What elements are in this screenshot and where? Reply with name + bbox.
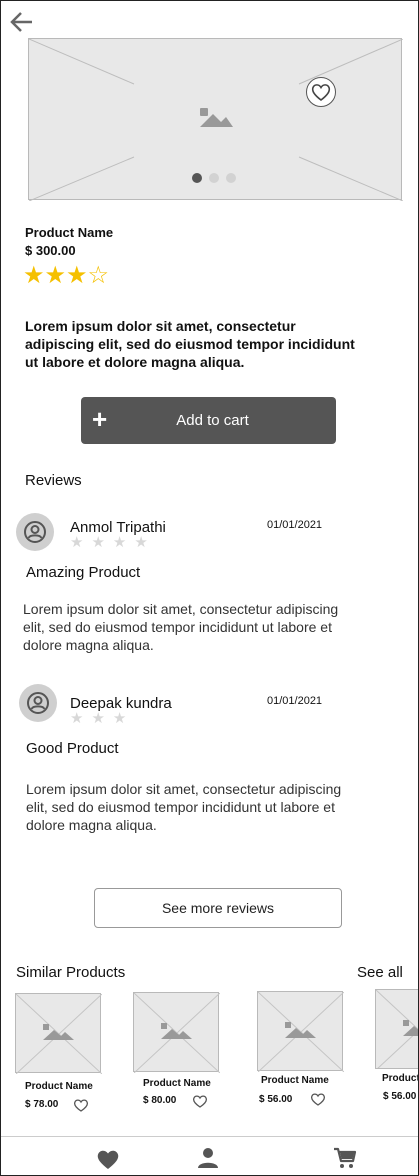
product-name: Product Name [25, 225, 114, 240]
user-icon[interactable] [197, 1147, 219, 1169]
similar-product-name: Product Name [382, 1073, 418, 1084]
similar-product-price: $ 80.00 [143, 1095, 177, 1106]
heart-outline-icon[interactable] [73, 1098, 89, 1112]
review-date: 01/01/2021 [267, 695, 323, 707]
image-placeholder-icon [200, 108, 233, 127]
similar-product-image[interactable] [133, 992, 220, 1073]
review-stars: ★★★★ [70, 534, 156, 551]
rating-stars-filled: ★★★ [23, 262, 88, 289]
similar-product-image[interactable] [375, 989, 418, 1069]
product-rating: ★★★☆ [23, 262, 109, 290]
similar-product-name: Product Name [25, 1081, 93, 1092]
heart-icon[interactable] [96, 1148, 120, 1170]
similar-product-price: $ 56.00 [259, 1094, 293, 1105]
back-arrow-icon[interactable] [8, 8, 38, 36]
user-avatar-icon [24, 521, 46, 543]
heart-outline-icon[interactable] [192, 1094, 208, 1108]
similar-product-name: Product Name [261, 1075, 329, 1086]
heart-outline-icon [311, 84, 331, 102]
cart-icon[interactable] [333, 1146, 357, 1170]
reviews-heading: Reviews [25, 472, 82, 489]
heart-outline-icon[interactable] [310, 1092, 326, 1106]
similar-products-heading: Similar Products [16, 964, 126, 981]
product-price: $ 300.00 [25, 243, 76, 258]
similar-product-price: $ 56.00 [383, 1091, 417, 1102]
user-avatar-icon [27, 692, 49, 714]
avatar [19, 684, 57, 722]
avatar [16, 513, 54, 551]
add-to-cart-button[interactable]: + Add to cart [81, 397, 336, 444]
see-all-link[interactable]: See all [357, 964, 403, 981]
similar-product-image[interactable] [257, 991, 344, 1072]
see-more-reviews-button[interactable]: See more reviews [94, 888, 342, 928]
review-text: Lorem ipsum dolor sit amet, consectetur … [26, 781, 342, 833]
review-title: Amazing Product [26, 564, 141, 581]
similar-product-image[interactable] [15, 993, 102, 1074]
similar-product-price: $ 78.00 [25, 1099, 59, 1110]
carousel-dot-3[interactable] [226, 173, 236, 183]
product-description: Lorem ipsum dolor sit amet, consectetur … [25, 318, 355, 370]
similar-product-name: Product Name [143, 1078, 211, 1089]
favorite-button[interactable] [306, 77, 336, 107]
carousel-dot-2[interactable] [209, 173, 219, 183]
bottom-nav-divider [1, 1136, 418, 1137]
review-text: Lorem ipsum dolor sit amet, consectetur … [23, 601, 339, 653]
rating-stars-empty: ☆ [87, 262, 110, 289]
review-date: 01/01/2021 [267, 519, 323, 531]
add-to-cart-label: Add to cart [176, 412, 249, 429]
review-title: Good Product [26, 740, 119, 757]
review-stars: ★★★ [70, 710, 135, 727]
carousel-dot-1[interactable] [192, 173, 202, 183]
carousel-dots [192, 173, 238, 183]
